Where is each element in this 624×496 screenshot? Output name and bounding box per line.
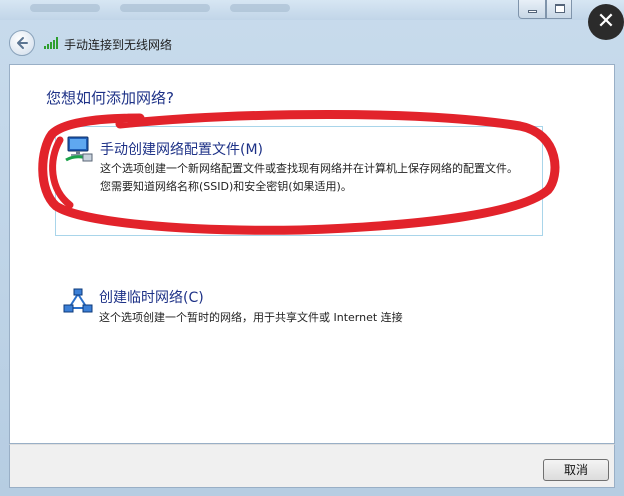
manual-profile-option[interactable]: 手动创建网络配置文件(M) 这个选项创建一个新网络配置文件或查找现有网络并在计算…	[55, 126, 543, 236]
manual-profile-description: 这个选项创建一个新网络配置文件或查找现有网络并在计算机上保存网络的配置文件。您需…	[100, 162, 518, 193]
page-heading: 您想如何添加网络?	[46, 89, 174, 107]
manual-profile-title: 手动创建网络配置文件(M)	[100, 142, 264, 158]
back-arrow-icon	[17, 37, 28, 49]
network-computer-icon	[65, 136, 93, 162]
close-button[interactable]: ✕	[588, 4, 624, 40]
minimize-button[interactable]	[518, 0, 546, 19]
back-button[interactable]	[9, 30, 35, 56]
minimize-icon	[528, 10, 537, 13]
maximize-button[interactable]	[546, 0, 572, 19]
close-icon: ✕	[596, 9, 616, 34]
adhoc-network-icon	[63, 288, 93, 313]
adhoc-network-description: 这个选项创建一个暂时的网络，用于共享文件或 Internet 连接	[99, 311, 403, 324]
adhoc-network-title: 创建临时网络(C)	[99, 290, 204, 306]
maximize-icon	[555, 4, 565, 13]
cancel-button[interactable]: 取消	[543, 459, 609, 481]
dialog-window: ✕ 手动连接到无线网络 您想如何添加网络? 手动创建网络配置文件(M) 这个选项…	[0, 0, 624, 496]
window-title: 手动连接到无线网络	[64, 38, 173, 52]
content-panel: 您想如何添加网络? 手动创建网络配置文件(M) 这个选项创建一个新网络配置文件或…	[9, 64, 615, 444]
wireless-signal-icon	[44, 37, 58, 49]
adhoc-network-option[interactable]: 创建临时网络(C) 这个选项创建一个暂时的网络，用于共享文件或 Internet…	[55, 279, 543, 329]
button-bar: 取消	[9, 444, 615, 488]
